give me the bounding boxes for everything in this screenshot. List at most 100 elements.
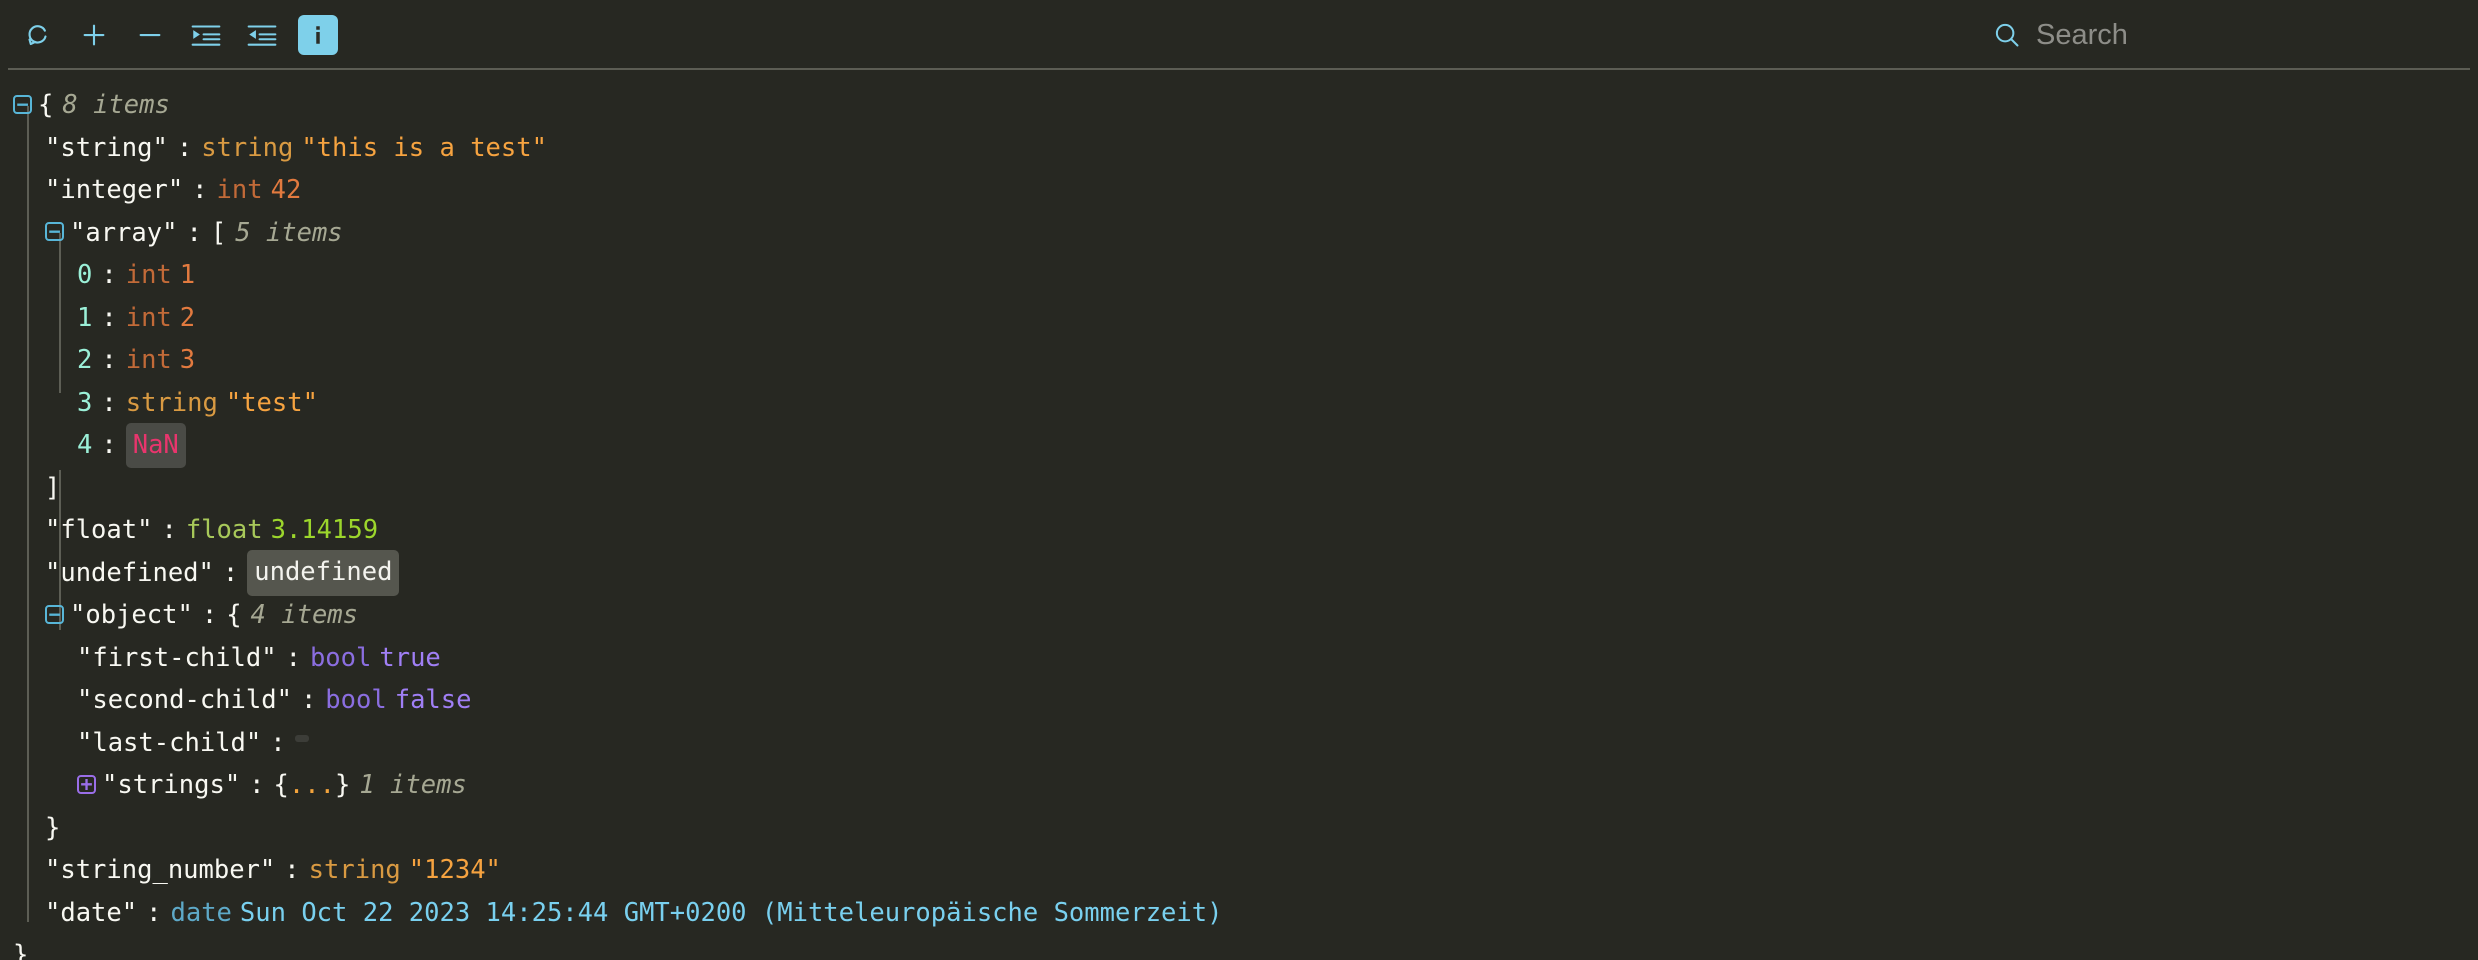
strings-items-count: 1 items (359, 770, 467, 800)
type-label-date: date (170, 897, 232, 928)
search-icon[interactable] (1992, 20, 2022, 50)
tree-row-strings[interactable]: + "strings" : { ... } 1 items (0, 764, 2478, 807)
key-first-child: "first-child" (77, 642, 277, 673)
tree-row-string[interactable]: "string" : string "this is a test" (0, 127, 2478, 170)
type-label-int: int (125, 345, 172, 375)
toggle-strings[interactable]: + (77, 774, 96, 794)
tree-row-last-child[interactable]: "last-child" : (0, 722, 2478, 765)
type-label-bool: bool (325, 685, 387, 715)
colon: : (101, 387, 117, 418)
colon: : (161, 515, 177, 545)
colon: : (285, 642, 301, 673)
expand-all-button[interactable] (74, 15, 114, 55)
value-array-item[interactable]: 3 (180, 339, 195, 382)
value-nan[interactable]: NaN (125, 422, 186, 468)
search-box[interactable] (1992, 0, 2366, 70)
colon: : (201, 600, 218, 630)
value-second-child[interactable]: false (395, 679, 472, 722)
value-array-item[interactable]: 2 (180, 297, 195, 340)
indent-increase-button[interactable] (186, 15, 226, 55)
array-items-count: 5 items (235, 217, 343, 248)
root-close-brace: } (13, 940, 29, 960)
colon: : (101, 260, 117, 290)
info-icon (303, 20, 333, 50)
value-array-item[interactable]: "test" (226, 382, 318, 425)
tree-row-root[interactable]: − { 8 items (0, 84, 2478, 127)
strings-close-brace: } (334, 770, 351, 800)
strings-open-brace: { (273, 770, 289, 800)
key-float: "float" (45, 515, 153, 545)
tree-row-integer[interactable]: "integer" : int 42 (0, 169, 2478, 212)
tree-row-array-item[interactable]: 2 : int 3 (0, 339, 2478, 382)
colon: : (270, 727, 286, 758)
colon: : (101, 430, 117, 460)
colon: : (101, 345, 117, 375)
type-label-string: string (201, 132, 294, 163)
key-string: "string" (45, 132, 168, 163)
object-open-brace: { (226, 600, 242, 630)
tree-row-array-item[interactable]: 4 : NaN (0, 422, 2478, 468)
tree-row-first-child[interactable]: "first-child" : bool true (0, 637, 2478, 680)
tree-row-float[interactable]: "float" : float 3.14159 (0, 509, 2478, 552)
indent-decrease-button[interactable] (242, 15, 282, 55)
colon: : (249, 770, 265, 800)
tree-row-object-close: } (0, 807, 2478, 850)
tree-row-second-child[interactable]: "second-child" : bool false (0, 679, 2478, 722)
tree-row-date[interactable]: "date" : date Sun Oct 22 2023 14:25:44 G… (0, 892, 2478, 935)
type-label-float: float (185, 515, 263, 545)
key-object: "object" (70, 600, 193, 630)
value-float[interactable]: 3.14159 (271, 509, 378, 552)
tree-row-array-item[interactable]: 1 : int 2 (0, 297, 2478, 340)
colon: : (186, 217, 202, 248)
toggle-array[interactable]: − (45, 221, 64, 242)
object-close-brace: } (45, 812, 61, 843)
indent-decrease-icon (245, 20, 279, 50)
type-label-bool: bool (309, 642, 372, 673)
value-date[interactable]: Sun Oct 22 2023 14:25:44 GMT+0200 (Mitte… (240, 892, 1223, 935)
value-array-item[interactable]: 1 (180, 254, 195, 297)
value-first-child[interactable]: true (379, 637, 440, 680)
array-index: 2 (77, 345, 93, 375)
root-open-brace: { (38, 90, 54, 120)
colon: : (146, 897, 162, 928)
value-string[interactable]: "this is a test" (301, 127, 547, 170)
tree-row-array-item[interactable]: 3 : string "test" (0, 382, 2478, 425)
tree-row-array-item[interactable]: 0 : int 1 (0, 254, 2478, 297)
value-last-child-empty[interactable] (294, 735, 309, 743)
colon: : (101, 302, 117, 333)
toggle-object[interactable]: − (45, 604, 64, 624)
value-string-number[interactable]: "1234" (409, 849, 501, 892)
array-index: 3 (77, 387, 93, 418)
array-index: 1 (77, 302, 93, 333)
colon: : (192, 175, 208, 205)
tree-row-string-number[interactable]: "string_number" : string "1234" (0, 849, 2478, 892)
toolbar (0, 0, 2478, 70)
tree-row-root-close: } (0, 934, 2478, 960)
tree-row-undefined[interactable]: "undefined" : undefined (0, 550, 2478, 596)
value-integer[interactable]: 42 (271, 169, 302, 212)
search-input[interactable] (2036, 18, 2366, 52)
reset-button[interactable] (18, 15, 58, 55)
type-label-string: string (125, 387, 218, 418)
collapse-all-button[interactable] (130, 15, 170, 55)
key-second-child: "second-child" (77, 685, 292, 715)
tree-row-array[interactable]: − "array" : [ 5 items (0, 212, 2478, 255)
object-items-count: 4 items (250, 600, 359, 630)
tree-row-array-close: ] (0, 467, 2478, 510)
plus-icon (79, 20, 109, 50)
key-integer: "integer" (45, 175, 184, 205)
toggle-root[interactable]: − (13, 94, 32, 114)
root-items-count: 8 items (62, 90, 170, 120)
type-label-string: string (308, 855, 401, 885)
colon: : (300, 685, 317, 715)
colon: : (284, 855, 300, 885)
key-last-child: "last-child" (77, 727, 262, 758)
toolbar-actions (0, 15, 338, 55)
strings-ellipsis: ... (288, 770, 335, 800)
value-undefined[interactable]: undefined (247, 550, 400, 596)
refresh-icon (23, 20, 53, 50)
type-label-int: int (125, 260, 172, 290)
minus-icon (135, 20, 165, 50)
info-button[interactable] (298, 15, 338, 55)
tree-row-object[interactable]: − "object" : { 4 items (0, 594, 2478, 637)
